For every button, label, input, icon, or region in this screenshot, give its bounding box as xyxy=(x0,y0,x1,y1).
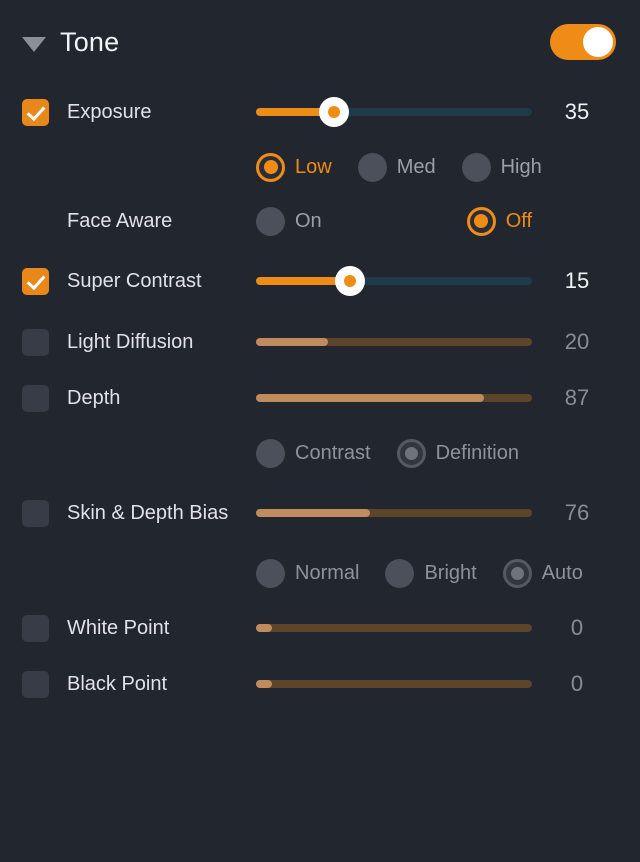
depth-option-contrast[interactable]: Contrast xyxy=(256,438,371,468)
super-contrast-slider[interactable] xyxy=(256,264,532,298)
row-depth: Depth 87 xyxy=(16,370,624,426)
skin-depth-bias-label-col: Skin & Depth Bias xyxy=(22,499,256,527)
face-aware-option-on[interactable]: On xyxy=(256,206,322,236)
radio-unselected-icon xyxy=(461,152,491,182)
skin-depth-bias-slider[interactable] xyxy=(256,496,532,530)
radio-unselected-icon xyxy=(256,558,285,588)
skin-depth-bias-label: Skin & Depth Bias xyxy=(67,501,229,524)
row-black-point: Black Point 0 xyxy=(16,656,624,712)
black-point-checkbox[interactable] xyxy=(22,670,49,698)
light-diffusion-checkbox[interactable] xyxy=(22,328,49,356)
white-point-label: White Point xyxy=(67,616,170,639)
face-aware-label: Face Aware xyxy=(67,209,173,232)
black-point-slider[interactable] xyxy=(256,667,532,701)
tone-panel: Tone Exposure 35 Low Med High Face Aware… xyxy=(0,0,640,862)
face-aware-label-col: Face Aware xyxy=(22,209,256,234)
white-point-slider[interactable] xyxy=(256,611,532,645)
skin-depth-bias-option-auto[interactable]: Auto xyxy=(502,558,583,588)
skin-depth-bias-option-normal-label: Normal xyxy=(295,561,360,584)
row-face-aware: Face Aware On Off xyxy=(16,194,624,248)
skin-depth-bias-option-bright-label: Bright xyxy=(424,561,477,584)
depth-option-contrast-label: Contrast xyxy=(295,441,371,464)
super-contrast-slider-handle[interactable] xyxy=(335,266,365,296)
face-aware-option-on-label: On xyxy=(295,209,322,232)
exposure-label: Exposure xyxy=(67,100,152,123)
radio-selected-disabled-icon xyxy=(502,558,532,588)
skin-depth-bias-checkbox[interactable] xyxy=(22,499,49,527)
depth-slider[interactable] xyxy=(256,381,532,415)
white-point-slider-fill xyxy=(256,624,272,632)
white-point-slider-track xyxy=(256,624,532,632)
row-super-contrast: Super Contrast 15 xyxy=(16,248,624,314)
exposure-option-med-label: Med xyxy=(396,155,436,178)
skin-depth-bias-option-auto-label: Auto xyxy=(541,561,583,584)
skin-depth-bias-option-normal[interactable]: Normal xyxy=(256,558,360,588)
depth-label-col: Depth xyxy=(22,384,256,412)
light-diffusion-value: 20 xyxy=(564,329,590,354)
light-diffusion-slider[interactable] xyxy=(256,325,532,359)
exposure-label-col: Exposure xyxy=(22,98,256,126)
tone-enable-toggle[interactable] xyxy=(550,24,616,60)
exposure-option-low-label: Low xyxy=(295,155,332,178)
exposure-checkbox[interactable] xyxy=(22,98,49,126)
depth-checkbox[interactable] xyxy=(22,384,49,412)
radio-unselected-icon xyxy=(357,152,387,182)
exposure-option-med[interactable]: Med xyxy=(357,152,436,182)
black-point-label-col: Black Point xyxy=(22,670,256,698)
depth-options-row: Contrast Definition xyxy=(16,426,624,480)
exposure-option-low[interactable]: Low xyxy=(256,152,332,182)
page-title: Tone xyxy=(60,26,120,57)
radio-selected-disabled-icon xyxy=(396,438,426,468)
exposure-option-group: Low Med High xyxy=(256,152,596,182)
white-point-label-col: White Point xyxy=(22,614,256,642)
depth-value: 87 xyxy=(564,385,590,410)
radio-selected-icon xyxy=(256,152,285,182)
depth-option-definition-label: Definition xyxy=(435,441,519,464)
depth-option-group: Contrast Definition xyxy=(256,438,596,468)
exposure-slider-handle[interactable] xyxy=(319,97,349,127)
black-point-value: 0 xyxy=(570,671,584,696)
exposure-value: 35 xyxy=(564,99,590,124)
panel-header: Tone xyxy=(16,0,624,84)
white-point-value: 0 xyxy=(570,615,584,640)
light-diffusion-label: Light Diffusion xyxy=(67,330,194,353)
super-contrast-label-col: Super Contrast xyxy=(22,267,256,295)
depth-label: Depth xyxy=(67,386,121,409)
face-aware-option-group: On Off xyxy=(256,206,532,236)
skin-depth-bias-option-bright[interactable]: Bright xyxy=(385,558,477,588)
exposure-slider[interactable] xyxy=(256,95,532,129)
row-exposure: Exposure 35 xyxy=(16,84,624,140)
light-diffusion-label-col: Light Diffusion xyxy=(22,328,256,356)
exposure-option-high-label: High xyxy=(500,155,542,178)
skin-depth-bias-value: 76 xyxy=(564,500,590,525)
row-light-diffusion: Light Diffusion 20 xyxy=(16,314,624,370)
row-skin-depth-bias: Skin & Depth Bias 76 xyxy=(16,480,624,546)
radio-unselected-icon xyxy=(256,438,285,468)
black-point-slider-fill xyxy=(256,680,272,688)
black-point-label: Black Point xyxy=(67,672,168,695)
skin-depth-bias-slider-fill xyxy=(256,509,370,517)
radio-unselected-icon xyxy=(256,206,285,236)
radio-selected-icon xyxy=(466,206,496,236)
super-contrast-label: Super Contrast xyxy=(67,269,202,292)
white-point-checkbox[interactable] xyxy=(22,614,49,642)
light-diffusion-slider-fill xyxy=(256,338,328,346)
exposure-option-high[interactable]: High xyxy=(461,152,542,182)
face-aware-option-off[interactable]: Off xyxy=(466,206,532,236)
skin-depth-bias-option-group: Normal Bright Auto xyxy=(256,558,596,588)
exposure-options-row: Low Med High xyxy=(16,140,624,194)
black-point-slider-track xyxy=(256,680,532,688)
skin-depth-bias-options-row: Normal Bright Auto xyxy=(16,546,624,600)
depth-option-definition[interactable]: Definition xyxy=(396,438,519,468)
super-contrast-checkbox[interactable] xyxy=(22,267,49,295)
face-aware-option-off-label: Off xyxy=(505,209,532,232)
super-contrast-value: 15 xyxy=(564,268,590,293)
toggle-knob xyxy=(583,27,613,57)
radio-unselected-icon xyxy=(385,558,415,588)
row-white-point: White Point 0 xyxy=(16,600,624,656)
depth-slider-fill xyxy=(256,394,484,402)
triangle-down-icon[interactable] xyxy=(22,36,46,52)
